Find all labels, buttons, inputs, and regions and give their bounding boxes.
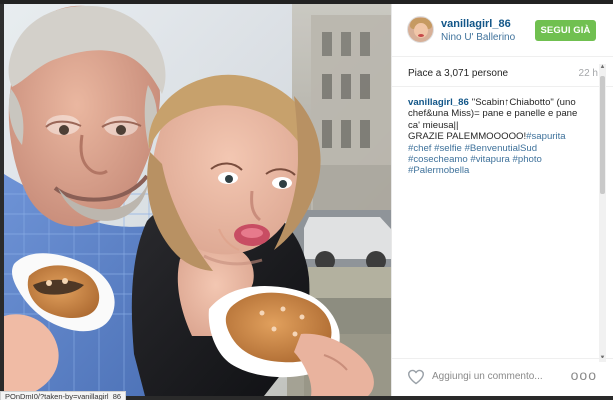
heart-outline-icon[interactable] bbox=[407, 369, 425, 385]
following-button[interactable]: SEGUI GIÀ bbox=[535, 20, 596, 41]
caption-text-1: "Scabin↑Chiabotto" (uno bbox=[471, 97, 576, 108]
caption-hashtags-3: #Palermobella bbox=[408, 165, 592, 176]
browser-status-url: POnDmI0/?taken-by=vanillagirl_86 bbox=[0, 391, 127, 400]
post-photo[interactable] bbox=[4, 4, 391, 396]
scroll-up-arrow-icon[interactable]: ▲ bbox=[599, 64, 606, 71]
comment-bar: ooo bbox=[392, 358, 613, 396]
profile-avatar[interactable] bbox=[407, 16, 434, 43]
instagram-post-lightbox: vanillagirl_86 Nino U' Ballerino SEGUI G… bbox=[0, 0, 613, 400]
caption-line-3: ca' mieusa|| bbox=[408, 119, 459, 131]
hashtag-vitapura[interactable]: #vitapura bbox=[470, 154, 509, 165]
hashtag-palermobella[interactable]: #Palermobella bbox=[408, 165, 469, 176]
hashtag-sapurita[interactable]: #sapurita bbox=[526, 131, 565, 142]
hashtag-selfie[interactable]: #selfie bbox=[434, 143, 462, 154]
hashtag-cosecheamo[interactable]: #cosecheamo bbox=[408, 154, 468, 165]
caption-hashtags-1: #chef #selfie #BenvenutialSud bbox=[408, 143, 592, 154]
more-options-icon[interactable]: ooo bbox=[571, 368, 597, 382]
caption-username[interactable]: vanillagirl_86 bbox=[408, 97, 469, 108]
hashtag-benvenutialsud[interactable]: #BenvenutialSud bbox=[465, 143, 538, 154]
post-header: vanillagirl_86 Nino U' Ballerino SEGUI G… bbox=[392, 4, 613, 57]
caption-line-1: vanillagirl_86 "Scabin↑Chiabotto" (uno bbox=[408, 97, 592, 108]
caption-hashtags-2: #cosecheamo #vitapura #photo bbox=[408, 154, 592, 165]
post-time[interactable]: 22 h bbox=[579, 68, 598, 79]
selfie-photo-illustration bbox=[4, 4, 391, 396]
scrollbar-thumb[interactable] bbox=[600, 76, 605, 194]
hashtag-photo[interactable]: #photo bbox=[513, 154, 542, 165]
avatar-lips-shape bbox=[418, 34, 424, 37]
hashtag-chef[interactable]: #chef bbox=[408, 143, 431, 154]
caption-text-4: GRAZIE PALEMMOOOOO! bbox=[408, 131, 527, 143]
likes-count[interactable]: Piace a 3,071 persone bbox=[408, 68, 508, 79]
likes-row: Piace a 3,071 persone 22 h bbox=[392, 62, 613, 87]
post-caption: vanillagirl_86 "Scabin↑Chiabotto" (uno ch… bbox=[408, 97, 592, 177]
post-location[interactable]: Nino U' Ballerino bbox=[441, 32, 515, 43]
post-username[interactable]: vanillagirl_86 bbox=[441, 18, 511, 30]
comment-input[interactable] bbox=[432, 369, 562, 384]
caption-scrollbar[interactable]: ▲ ▼ bbox=[599, 64, 606, 362]
caption-line-4: GRAZIE PALEMMOOOOO!#sapurita bbox=[408, 131, 592, 142]
post-sidebar: vanillagirl_86 Nino U' Ballerino SEGUI G… bbox=[391, 4, 613, 396]
caption-line-2: chef&una Miss)= pane e panelle e pane bbox=[408, 108, 578, 120]
